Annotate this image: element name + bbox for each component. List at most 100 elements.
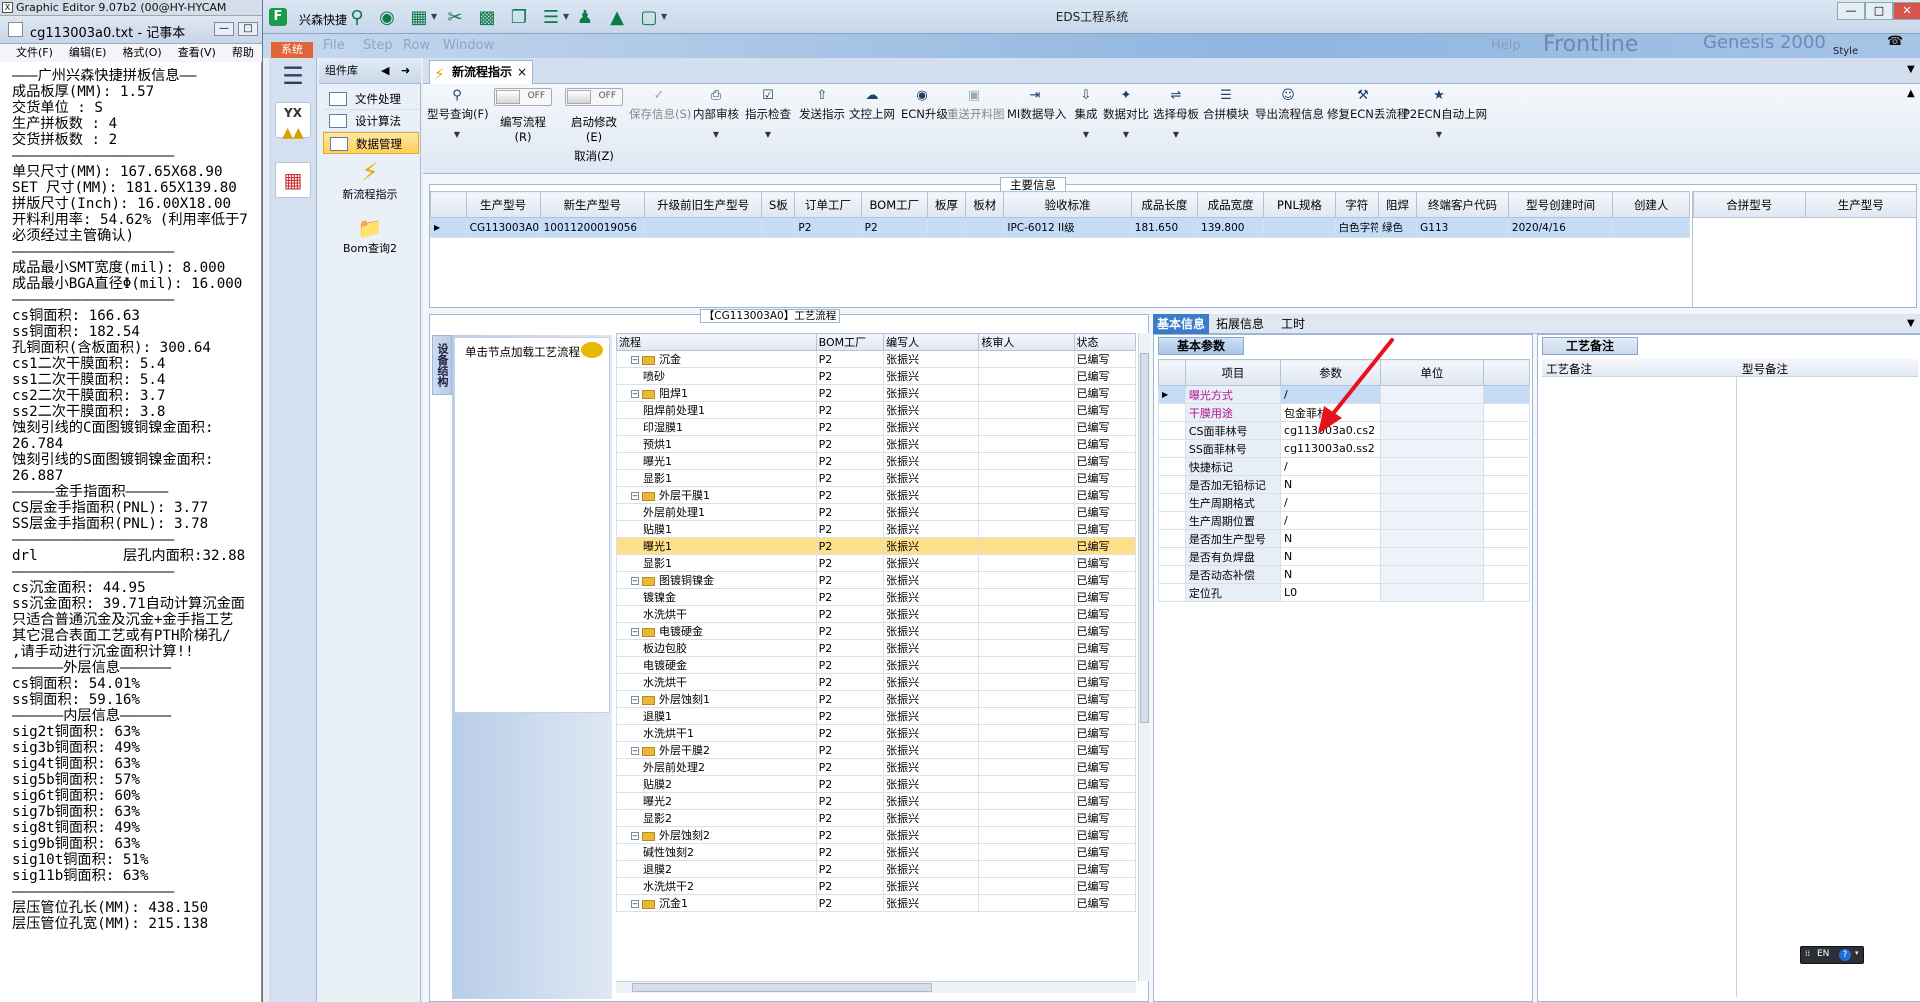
- ribbon-button-14[interactable]: ⚒ 修复ECN丢流程: [1327, 88, 1408, 122]
- flow-step-cell[interactable]: 贴膜1: [616, 520, 817, 538]
- help-icon[interactable]: ?: [1839, 949, 1851, 961]
- param-unit-cell[interactable]: [1380, 439, 1484, 458]
- flow-step-cell[interactable]: 水洗烘干1: [616, 724, 817, 742]
- table-row[interactable]: − 外层蚀刻2 P2 张振兴 已编写: [616, 826, 1136, 844]
- toggle-switch[interactable]: OFF: [494, 88, 552, 106]
- flow-hint-panel[interactable]: 单击节点加载工艺流程: [454, 337, 610, 713]
- table-row[interactable]: 水洗烘干2 P2 张振兴 已编写: [616, 877, 1136, 895]
- notepad-menu-item[interactable]: 帮助: [232, 46, 254, 59]
- dropdown-arrow-icon[interactable]: ▼: [693, 130, 739, 139]
- cl-item-file-processing[interactable]: 文件处理: [323, 88, 419, 110]
- collapse-toggle-icon[interactable]: −: [631, 900, 639, 908]
- table-row[interactable]: 外层前处理2 P2 张振兴 已编写: [616, 758, 1136, 776]
- start-modify-toggle[interactable]: OFF 启动修改(E) 取消(Z): [563, 88, 625, 164]
- column-header[interactable]: 型号创建时间: [1507, 191, 1614, 218]
- copy-icon[interactable]: ❐: [509, 8, 529, 28]
- param-value-cell[interactable]: cg113003a0.ss2: [1280, 439, 1382, 458]
- maximize-button[interactable]: □: [1865, 2, 1893, 20]
- ribbon-button-8[interactable]: ⇥ MI数据导入: [1007, 88, 1066, 122]
- dropdown-arrow-icon[interactable]: ▼: [563, 12, 569, 21]
- flow-step-cell[interactable]: 显影1: [616, 469, 817, 487]
- chart-icon[interactable]: ▲: [607, 8, 627, 28]
- column-header[interactable]: 编写人: [883, 333, 980, 351]
- ribbon-button-0[interactable]: ⚲ 型号查询(F) ▼: [427, 88, 489, 139]
- minimize-button[interactable]: —: [214, 22, 234, 36]
- table-cell[interactable]: P2: [794, 217, 862, 238]
- table-row[interactable]: 显影2 P2 张振兴 已编写: [616, 809, 1136, 827]
- table-cell[interactable]: 2020/4/16: [1507, 217, 1614, 238]
- table-row[interactable]: 曝光1 P2 张振兴 已编写: [616, 452, 1136, 470]
- table-row[interactable]: 贴膜1 P2 张振兴 已编写: [616, 520, 1136, 538]
- table-row[interactable]: − 阻焊1 P2 张振兴 已编写: [616, 384, 1136, 402]
- tab-work-hours[interactable]: 工时: [1271, 314, 1315, 334]
- graphic-editor-titlebar[interactable]: X Graphic Editor 9.07b2 (00@HY-HYCAM: [0, 0, 262, 16]
- flow-step-cell[interactable]: 水洗烘干: [616, 605, 817, 623]
- table-cell[interactable]: CG113003A0: [465, 217, 541, 238]
- tab-new-flow-instruction[interactable]: ⚡ 新流程指示 ×: [429, 60, 533, 84]
- column-header[interactable]: 新生产型号: [539, 191, 646, 218]
- flow-step-cell[interactable]: − 沉金1: [616, 894, 817, 912]
- table-row[interactable]: 定位孔 L0: [1158, 583, 1531, 602]
- maximize-button[interactable]: □: [238, 22, 258, 36]
- tab-dropdown-icon[interactable]: ▼: [1907, 64, 1915, 75]
- ribbon-button-12[interactable]: ☰ 合拼模块: [1203, 88, 1249, 122]
- table-row[interactable]: 生产周期位置 /: [1158, 511, 1531, 530]
- table-row[interactable]: 贴膜2 P2 张振兴 已编写: [616, 775, 1136, 793]
- ribbon-button-3[interactable]: ☑ 指示检查 ▼: [745, 88, 791, 139]
- process-remarks-tab[interactable]: 工艺备注: [1542, 337, 1638, 355]
- column-header[interactable]: 创建人: [1612, 191, 1690, 218]
- notepad-menu-item[interactable]: 查看(V): [178, 46, 216, 59]
- close-button[interactable]: ✕: [1893, 2, 1920, 20]
- column-header[interactable]: 生产型号: [465, 191, 541, 218]
- scroll-thumb[interactable]: [1140, 353, 1149, 723]
- flow-step-cell[interactable]: 板边包胶: [616, 639, 817, 657]
- column-header[interactable]: 阻焊: [1377, 191, 1418, 218]
- column-header[interactable]: 合拼型号: [1693, 191, 1806, 218]
- param-unit-cell[interactable]: [1380, 475, 1484, 494]
- column-header[interactable]: 板材: [965, 191, 1005, 218]
- table-row[interactable]: − 外层蚀刻1 P2 张振兴 已编写: [616, 690, 1136, 708]
- flow-step-cell[interactable]: − 阻焊1: [616, 384, 817, 402]
- ribbon-button-7[interactable]: ▣ 重送开料图: [947, 88, 1005, 122]
- param-unit-cell[interactable]: [1380, 529, 1484, 548]
- table-row[interactable]: 曝光2 P2 张振兴 已编写: [616, 792, 1136, 810]
- flow-vertical-scrollbar[interactable]: [1138, 333, 1150, 981]
- table-row[interactable]: 喷砂 P2 张振兴 已编写: [616, 367, 1136, 385]
- flow-step-cell[interactable]: 喷砂: [616, 367, 817, 385]
- table-row[interactable]: 镀镍金 P2 张振兴 已编写: [616, 588, 1136, 606]
- basic-params-tab[interactable]: 基本参数: [1158, 337, 1244, 355]
- ribbon-button-15[interactable]: ★ P2ECN自动上网 ▼: [1403, 88, 1487, 139]
- column-header[interactable]: 验收标准: [1003, 191, 1132, 218]
- cl-item-data-management[interactable]: 数据管理: [323, 132, 419, 154]
- param-value-cell[interactable]: N: [1280, 565, 1382, 584]
- param-value-cell[interactable]: /: [1280, 457, 1382, 476]
- dropdown-arrow-icon[interactable]: ▼: [745, 130, 791, 139]
- column-header[interactable]: BOM工厂: [815, 333, 885, 351]
- bom-query-item[interactable]: 📁 Bom查询2: [319, 216, 421, 256]
- tab-device-structure[interactable]: 设备结构: [432, 335, 452, 395]
- column-header[interactable]: 终端客户代码: [1416, 191, 1509, 218]
- table-row[interactable]: − 外层干膜1 P2 张振兴 已编写: [616, 486, 1136, 504]
- table-row[interactable]: 水洗烘干 P2 张振兴 已编写: [616, 673, 1136, 691]
- collapse-toggle-icon[interactable]: −: [631, 356, 639, 364]
- flow-step-cell[interactable]: 退膜2: [616, 860, 817, 878]
- table-cell[interactable]: [926, 217, 967, 238]
- ime-language[interactable]: EN: [1817, 949, 1829, 959]
- table-cell[interactable]: 10011200019056: [539, 217, 646, 238]
- toggle-switch[interactable]: OFF: [565, 88, 623, 106]
- table-icon[interactable]: ▦: [409, 8, 429, 28]
- table-row[interactable]: − 图镀铜镍金 P2 张振兴 已编写: [616, 571, 1136, 589]
- dropdown-arrow-icon[interactable]: ▼: [661, 12, 667, 21]
- table-cell[interactable]: [1612, 217, 1690, 238]
- ribbon-button-4[interactable]: ⇧ 发送指示: [797, 88, 847, 122]
- table-cell[interactable]: [965, 217, 1005, 238]
- collapse-toggle-icon[interactable]: −: [631, 832, 639, 840]
- new-flow-instruction-item[interactable]: ⚡ 新流程指示: [319, 158, 421, 202]
- dropdown-arrow-icon[interactable]: ▼: [431, 12, 437, 21]
- column-header[interactable]: 生产型号: [1804, 191, 1917, 218]
- flow-step-cell[interactable]: 电镀硬金: [616, 656, 817, 674]
- table-cell[interactable]: 139.800: [1197, 217, 1265, 238]
- ribbon-button-10[interactable]: ✦ 数据对比 ▼: [1103, 88, 1149, 139]
- table-row[interactable]: 外层前处理1 P2 张振兴 已编写: [616, 503, 1136, 521]
- column-header[interactable]: S板: [761, 191, 796, 218]
